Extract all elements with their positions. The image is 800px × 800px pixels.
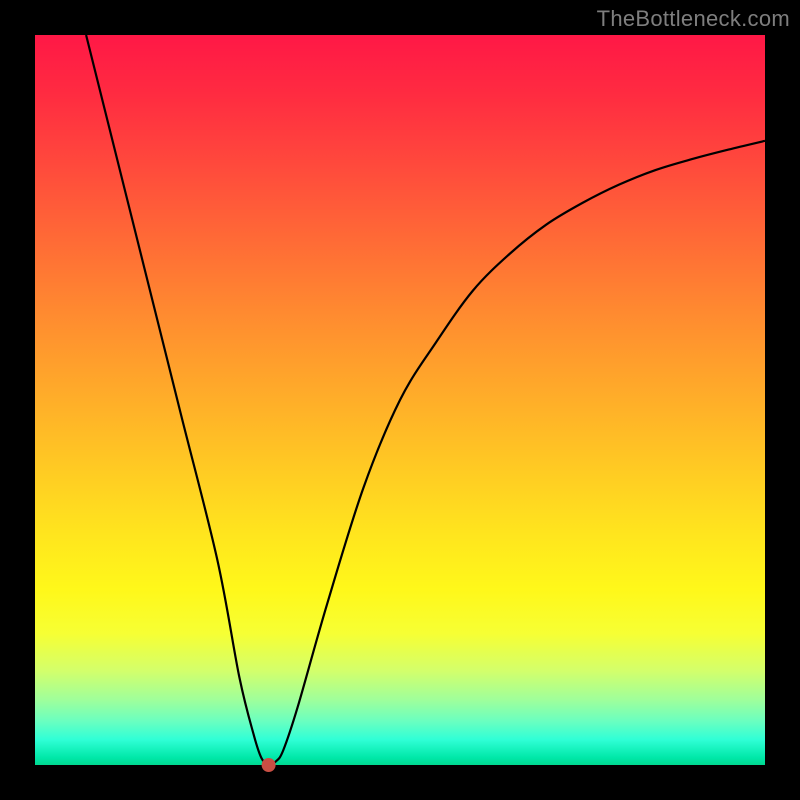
plot-area [35,35,765,765]
chart-frame: TheBottleneck.com [0,0,800,800]
watermark-text: TheBottleneck.com [597,6,790,32]
optimal-point-marker [262,758,276,772]
curve-layer [35,35,765,765]
bottleneck-curve [86,35,765,765]
